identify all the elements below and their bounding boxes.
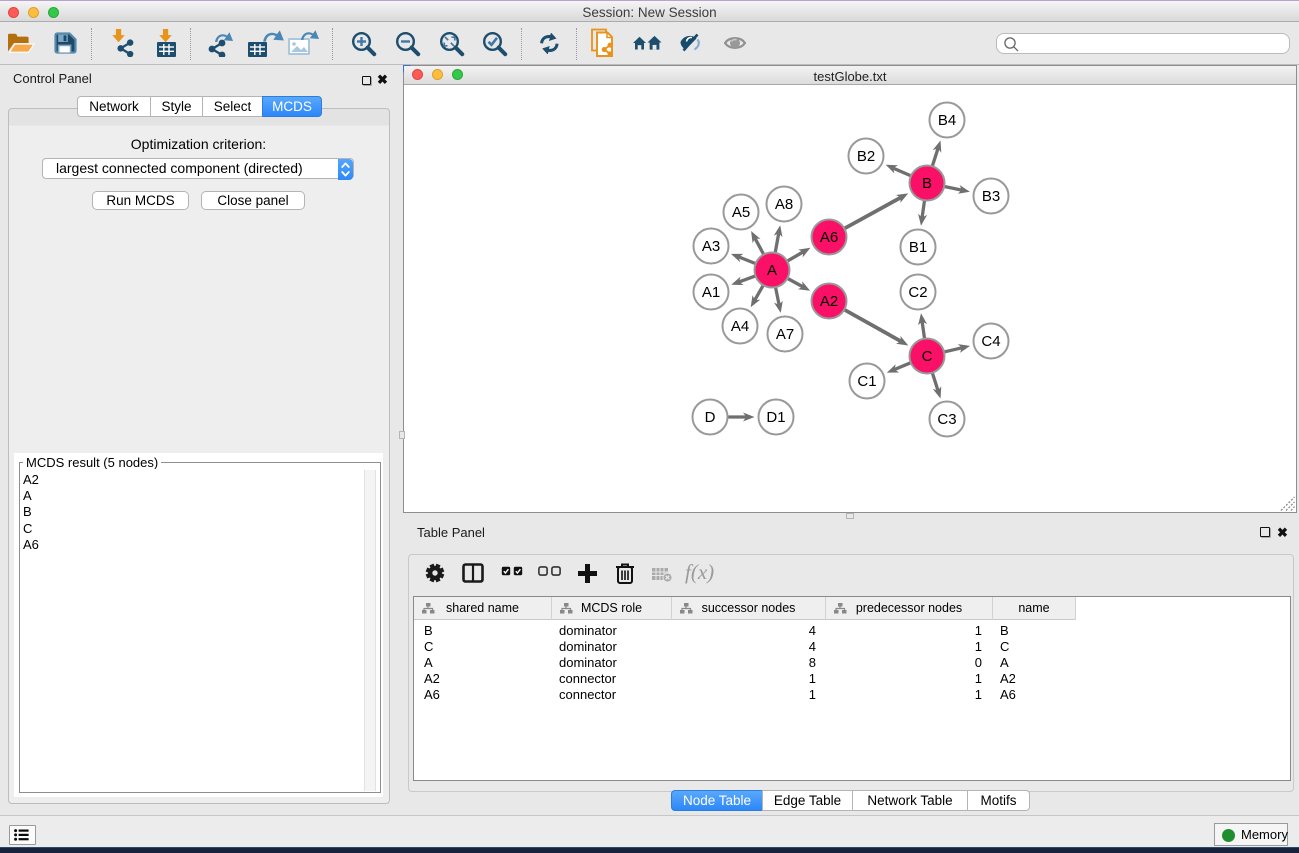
svg-text:B4: B4 — [938, 112, 956, 129]
svg-text:A1: A1 — [702, 284, 720, 301]
svg-text:B2: B2 — [857, 148, 875, 165]
svg-text:A8: A8 — [775, 196, 793, 213]
svg-text:A: A — [767, 262, 777, 279]
svg-text:C2: C2 — [908, 284, 927, 301]
svg-text:A4: A4 — [731, 318, 749, 335]
svg-text:B: B — [922, 175, 932, 192]
svg-text:B1: B1 — [909, 239, 927, 256]
svg-text:C1: C1 — [857, 373, 876, 390]
svg-text:A7: A7 — [776, 326, 794, 343]
svg-text:A5: A5 — [732, 204, 750, 221]
svg-text:C4: C4 — [981, 333, 1000, 350]
svg-text:A2: A2 — [820, 293, 838, 310]
svg-text:A6: A6 — [820, 229, 838, 246]
svg-text:C: C — [922, 348, 933, 365]
svg-text:B3: B3 — [982, 188, 1000, 205]
svg-text:A3: A3 — [702, 238, 720, 255]
svg-text:D1: D1 — [766, 409, 785, 426]
svg-text:C3: C3 — [937, 411, 956, 428]
svg-text:D: D — [705, 409, 716, 426]
